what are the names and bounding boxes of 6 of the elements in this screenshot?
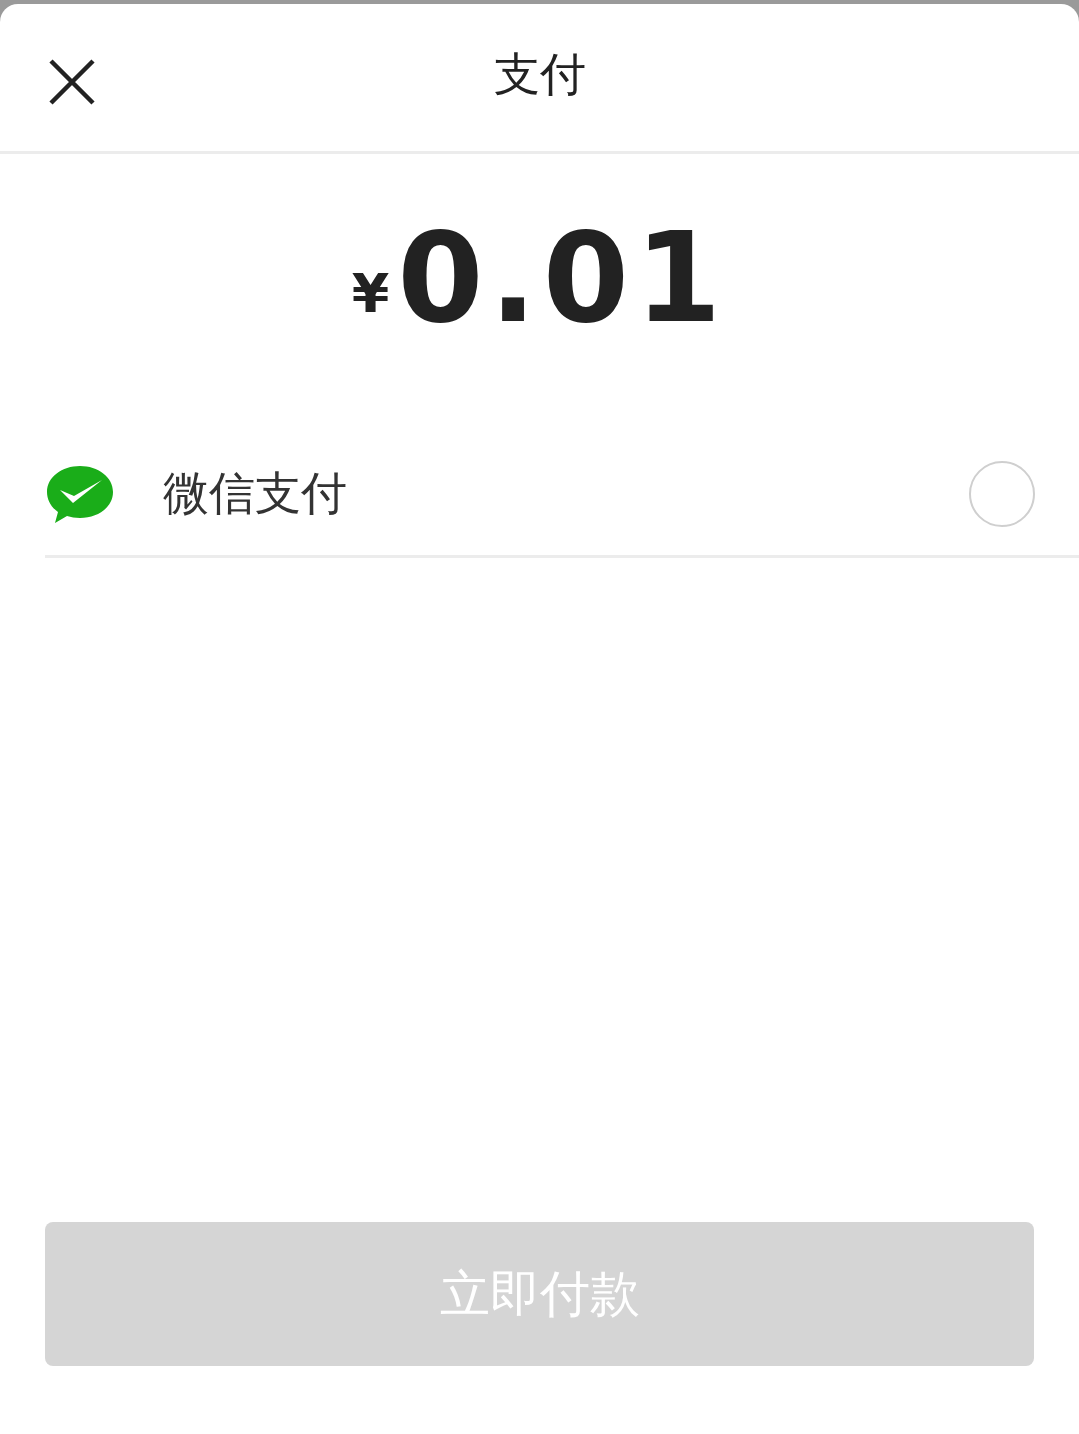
close-icon [49, 59, 95, 105]
amount-value: 0.01 [397, 216, 728, 340]
payment-option[interactable]: 微信支付 [45, 440, 1079, 558]
currency-symbol: ¥ [351, 261, 390, 327]
payment-method-label: 微信支付 [163, 465, 347, 522]
header-title: 支付 [493, 46, 586, 103]
